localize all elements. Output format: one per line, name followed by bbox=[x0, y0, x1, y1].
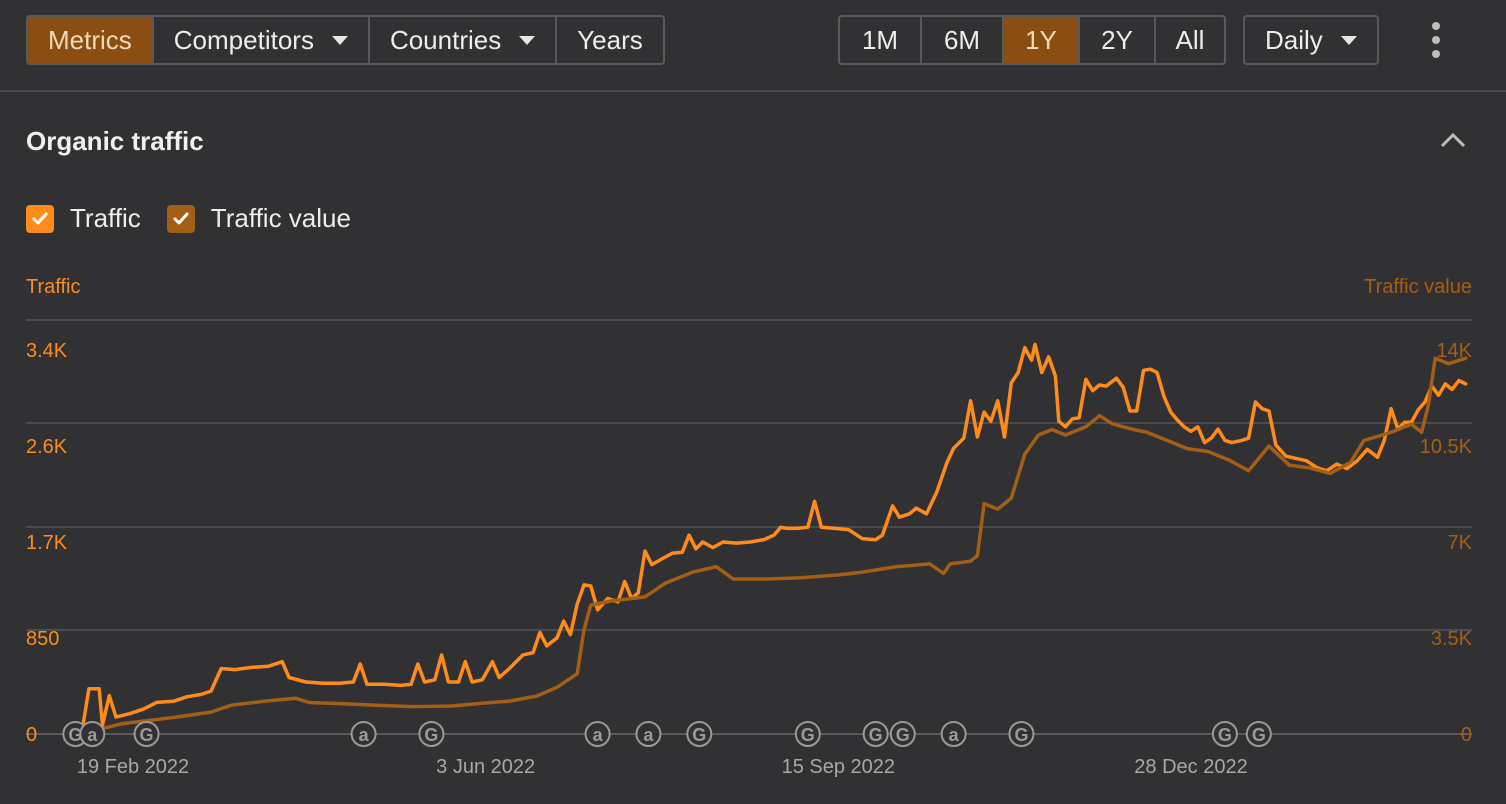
section-title: Organic traffic bbox=[26, 126, 204, 156]
chevron-down-icon bbox=[331, 35, 348, 45]
x-tick-label: 19 Feb 2022 bbox=[77, 756, 189, 778]
series-line-traffic-value bbox=[80, 356, 1468, 734]
annotation-icon: a bbox=[359, 725, 370, 745]
x-tick-label: 15 Sep 2022 bbox=[782, 756, 895, 778]
interval-label: Daily bbox=[1265, 24, 1323, 55]
tab-label: Metrics bbox=[48, 24, 132, 55]
y-left-tick-label: 0 bbox=[26, 724, 37, 746]
google-update-marker bbox=[1211, 721, 1238, 747]
google-icon: G bbox=[801, 725, 815, 745]
google-icon: G bbox=[1014, 725, 1028, 745]
google-icon: G bbox=[1252, 725, 1266, 745]
tab-competitors-button[interactable]: Competitors bbox=[151, 17, 368, 63]
tab-label: Countries bbox=[389, 24, 502, 55]
y-right-tick-label: 10.5K bbox=[1420, 436, 1473, 458]
y-right-axis-title: Traffic value bbox=[1364, 276, 1472, 298]
google-icon: G bbox=[692, 725, 706, 745]
organic-traffic-chart: 0 850 1.7K 2.6K 3.4K 0 3.5K 7K 10.5K 14K 19 Feb 20… bbox=[26, 319, 1473, 778]
y-left-tick-label: 3.4K bbox=[26, 340, 68, 362]
google-icon: G bbox=[896, 725, 910, 745]
annotation-icon: a bbox=[593, 725, 604, 745]
google-icon: G bbox=[869, 725, 883, 745]
annotation-marker bbox=[79, 721, 106, 747]
metric-tabs: Metrics Competitors Countries Years bbox=[26, 15, 665, 65]
chevron-down-icon bbox=[1340, 35, 1357, 45]
series-line-traffic bbox=[80, 342, 1468, 733]
checkbox-icon[interactable] bbox=[166, 204, 195, 233]
toolbar: Metrics Competitors Countries Years 1M 6M 1Y 2… bbox=[0, 0, 1506, 92]
legend-label: Traffic value bbox=[210, 203, 351, 233]
chevron-down-icon bbox=[519, 35, 536, 45]
tab-years-button[interactable]: Years bbox=[555, 17, 663, 63]
range-label: 6M bbox=[943, 24, 981, 55]
chevron-up-icon[interactable] bbox=[1440, 130, 1466, 150]
legend-item-traffic-value[interactable]: Traffic value bbox=[166, 203, 351, 234]
annotation-marker bbox=[940, 721, 967, 747]
y-right-tick-label: 3.5K bbox=[1431, 628, 1473, 650]
range-label: 1Y bbox=[1025, 24, 1057, 55]
google-icon: G bbox=[1218, 725, 1232, 745]
tab-label: Years bbox=[577, 24, 643, 55]
interval-select[interactable]: Daily bbox=[1243, 15, 1379, 65]
range-label: 2Y bbox=[1101, 24, 1133, 55]
google-update-marker bbox=[1008, 721, 1035, 747]
range-2y-button[interactable]: 2Y bbox=[1078, 17, 1154, 63]
google-update-marker bbox=[1245, 721, 1272, 747]
legend-label: Traffic bbox=[70, 203, 141, 233]
google-update-marker bbox=[62, 721, 89, 747]
tab-metrics-button[interactable]: Metrics bbox=[28, 17, 152, 63]
google-icon: G bbox=[140, 725, 154, 745]
google-update-marker bbox=[889, 721, 916, 747]
range-6m-button[interactable]: 6M bbox=[920, 17, 1002, 63]
tab-countries-button[interactable]: Countries bbox=[367, 17, 555, 63]
legend: Traffic Traffic value bbox=[26, 203, 351, 234]
y-left-tick-label: 2.6K bbox=[26, 436, 68, 458]
kebab-vertical-icon[interactable] bbox=[1426, 22, 1446, 58]
google-update-marker bbox=[794, 721, 821, 747]
google-icon: G bbox=[68, 725, 82, 745]
google-update-marker bbox=[418, 721, 445, 747]
annotation-icon: a bbox=[87, 725, 98, 745]
y-right-tick-label: 7K bbox=[1448, 532, 1473, 554]
range-1y-button[interactable]: 1Y bbox=[1002, 17, 1078, 63]
tab-label: Competitors bbox=[173, 24, 314, 55]
annotation-icon: a bbox=[949, 725, 960, 745]
range-1m-button[interactable]: 1M bbox=[840, 17, 920, 63]
google-icon: G bbox=[424, 725, 438, 745]
legend-item-traffic[interactable]: Traffic bbox=[26, 203, 141, 234]
interval-dropdown-button[interactable]: Daily bbox=[1245, 17, 1377, 63]
annotation-icon: a bbox=[643, 725, 654, 745]
x-tick-label: 3 Jun 2022 bbox=[436, 756, 535, 778]
google-update-marker bbox=[133, 721, 160, 747]
google-update-marker bbox=[686, 721, 713, 747]
range-label: 1M bbox=[861, 24, 899, 55]
annotation-marker bbox=[350, 721, 377, 747]
y-left-tick-label: 1.7K bbox=[26, 532, 68, 554]
y-right-tick-label: 0 bbox=[1461, 724, 1472, 746]
y-right-tick-label: 14K bbox=[1436, 340, 1472, 362]
y-left-axis-title: Traffic bbox=[26, 276, 81, 298]
google-update-marker bbox=[862, 721, 889, 747]
checkbox-icon[interactable] bbox=[26, 204, 54, 233]
annotation-marker bbox=[584, 721, 611, 747]
y-left-tick-label: 850 bbox=[26, 628, 59, 650]
range-all-button[interactable]: All bbox=[1154, 17, 1224, 63]
annotation-marker bbox=[635, 721, 662, 747]
range-label: All bbox=[1175, 24, 1205, 55]
x-tick-label: 28 Dec 2022 bbox=[1134, 756, 1247, 778]
range-tabs: 1M 6M 1Y 2Y All bbox=[838, 15, 1226, 65]
